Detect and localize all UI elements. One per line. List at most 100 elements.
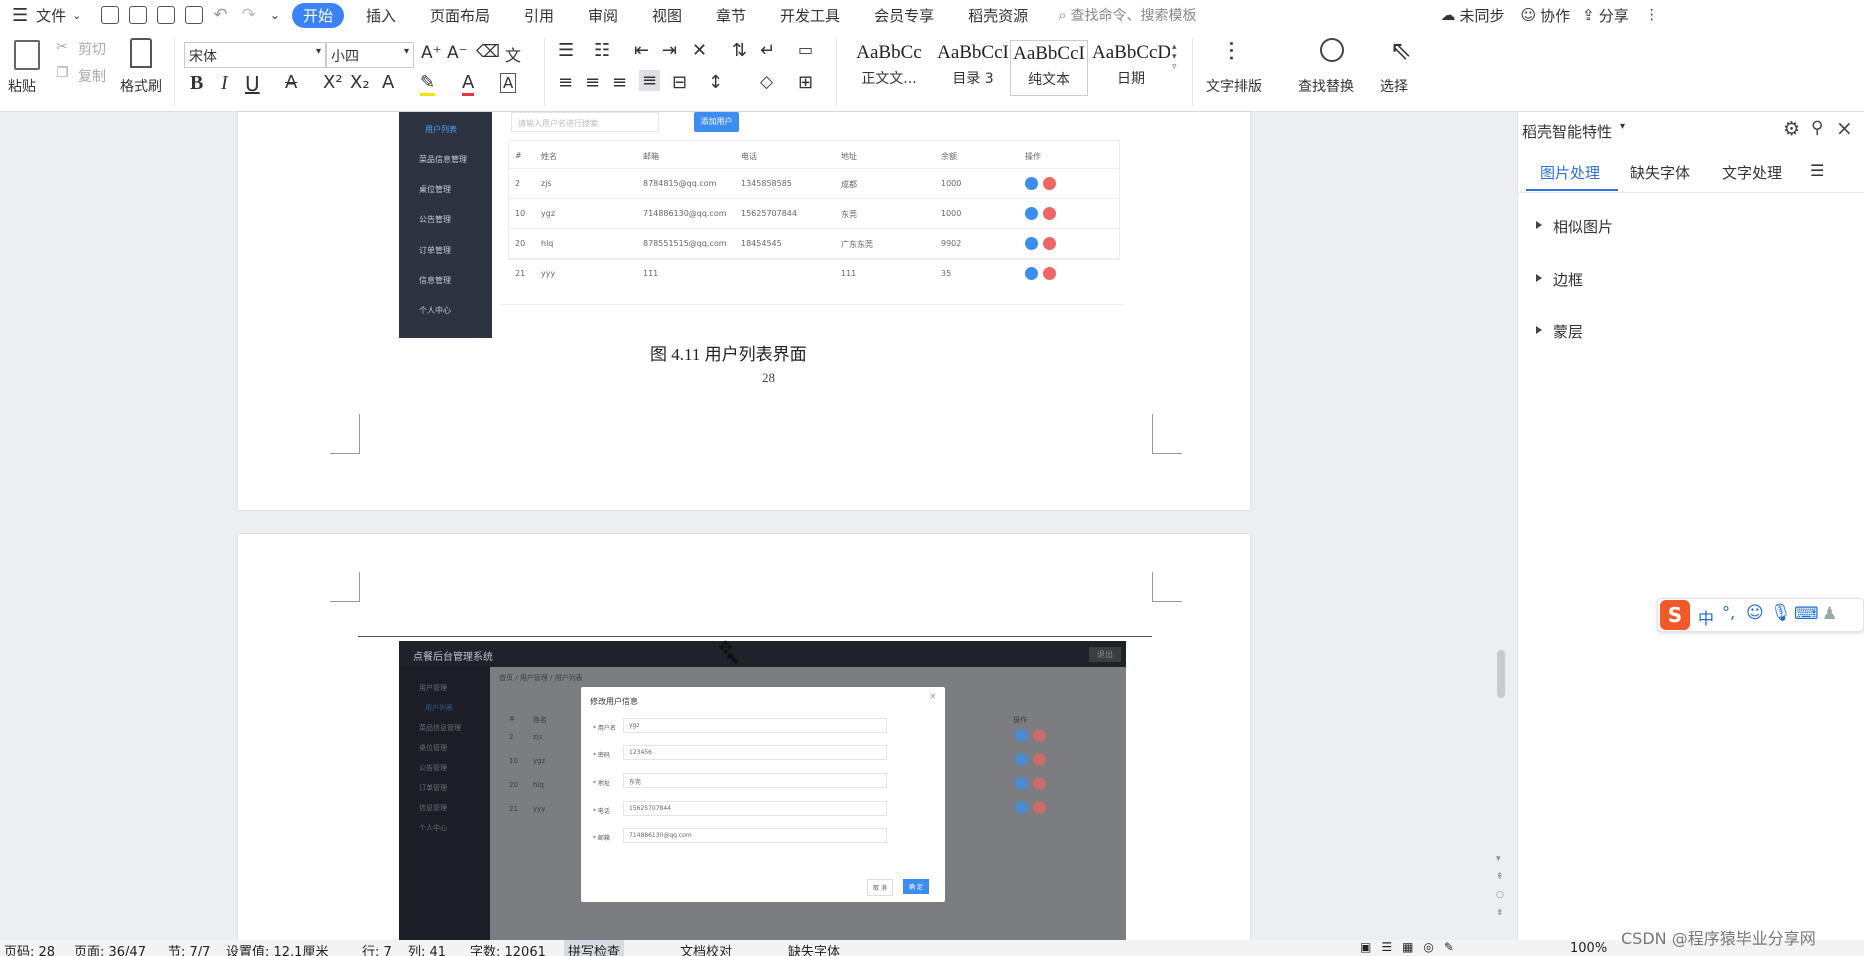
grow-font-icon[interactable]: A⁺ <box>421 43 442 63</box>
copy-icon[interactable]: ❐ <box>56 65 69 81</box>
tab-section[interactable]: 章节 <box>716 5 746 26</box>
mask-item[interactable]: 蒙层 <box>1535 321 1583 342</box>
chevron-down-icon[interactable]: ▾ <box>1620 121 1625 132</box>
tab-member[interactable]: 会员专享 <box>874 5 934 26</box>
scroll-down-icon[interactable]: ▾ <box>1496 854 1501 864</box>
border-item[interactable]: 边框 <box>1535 269 1583 290</box>
voice-icon[interactable]: 🎙 <box>1770 603 1792 623</box>
find-replace-button[interactable]: 查找替换 <box>1298 76 1354 96</box>
cloud-sync-icon[interactable]: ☁ <box>1441 6 1456 24</box>
scroll-thumb[interactable] <box>1497 650 1505 698</box>
tab-developer[interactable]: 开发工具 <box>780 5 840 26</box>
command-search-input[interactable]: 查找命令、搜索模板 <box>1071 5 1441 25</box>
align-center-icon[interactable]: ≡ <box>585 72 600 93</box>
tab-layout[interactable]: 页面布局 <box>430 5 490 26</box>
shrink-font-icon[interactable]: A⁻ <box>447 43 468 63</box>
prev-page-icon[interactable]: ⇞ <box>1496 872 1504 882</box>
distribute-icon[interactable]: ⊟ <box>672 72 687 93</box>
view-mode-icons[interactable]: ▣☰▦◎✎ <box>1360 940 1464 954</box>
status-page[interactable]: 页码: 28 <box>4 941 55 956</box>
print-icon[interactable] <box>157 6 176 24</box>
similar-images-item[interactable]: 相似图片 <box>1535 216 1613 237</box>
more-icon[interactable]: ⋮ <box>1645 7 1659 23</box>
skin-icon[interactable]: ♟ <box>1822 604 1837 624</box>
increase-indent-icon[interactable]: ⇥ <box>662 40 677 61</box>
find-replace-icon[interactable] <box>1320 38 1344 62</box>
format-painter-icon[interactable] <box>130 38 152 68</box>
align-left-icon[interactable]: ≡ <box>558 72 573 93</box>
superscript-icon[interactable]: X² <box>323 72 343 93</box>
align-right-icon[interactable]: ≡ <box>612 72 627 93</box>
sync-status[interactable]: 未同步 <box>1460 5 1505 26</box>
doc-proof-button[interactable]: 文档校对 <box>680 941 732 956</box>
emoji-icon[interactable]: ☺ <box>1746 603 1764 623</box>
collab-icon[interactable]: ☺ <box>1521 6 1537 24</box>
status-setting[interactable]: 设置值: 12.1厘米 <box>226 941 328 956</box>
tab-view[interactable]: 视图 <box>652 5 682 26</box>
keyboard-icon[interactable]: ⌨ <box>1794 604 1819 624</box>
chinese-layout-icon[interactable]: ✕ <box>692 40 707 61</box>
quick-access-more-icon[interactable]: ⌄ <box>270 8 280 22</box>
text-effect-icon[interactable]: A <box>382 72 394 93</box>
tab-home[interactable]: 开始 <box>291 2 344 28</box>
scissors-icon[interactable]: ✂ <box>56 39 68 55</box>
tab-review[interactable]: 审阅 <box>588 5 618 26</box>
style-plain-text[interactable]: AaBbCcI 纯文本 <box>1010 40 1088 96</box>
select-button[interactable]: 选择 <box>1380 76 1408 96</box>
char-border-icon[interactable]: A <box>500 73 517 93</box>
export-pdf-icon[interactable] <box>129 6 148 24</box>
ime-toolbar[interactable]: S 中 °, ☺ 🎙 ⌨ ♟ <box>1657 598 1864 632</box>
borders-icon[interactable]: ⊞ <box>798 72 813 93</box>
bold-icon[interactable]: B <box>190 72 203 95</box>
sort-icon[interactable]: ⇅ <box>732 40 747 61</box>
save-icon[interactable] <box>101 6 120 24</box>
print-preview-icon[interactable] <box>185 6 204 24</box>
text-layout-button[interactable]: 文字排版 <box>1206 76 1262 96</box>
ruler-icon[interactable]: ▭ <box>798 40 813 59</box>
pin-icon[interactable]: ⚲ <box>1811 118 1823 138</box>
zoom-level[interactable]: 100% <box>1570 941 1607 956</box>
punctuation-icon[interactable]: °, <box>1722 603 1735 622</box>
undo-icon[interactable]: ↶ <box>213 5 227 25</box>
tab-missing-font[interactable]: 缺失字体 <box>1630 162 1690 183</box>
text-layout-icon[interactable]: ⫶ <box>1228 38 1235 69</box>
select-cursor-icon[interactable]: ⇖ <box>1390 36 1412 66</box>
spell-check-toggle[interactable]: 拼写检查 <box>564 940 625 956</box>
tab-references[interactable]: 引用 <box>524 5 554 26</box>
line-spacing-icon[interactable]: ↕ <box>708 72 723 93</box>
italic-icon[interactable]: I <box>221 72 228 95</box>
paste-button[interactable]: 粘贴 <box>8 76 36 96</box>
tab-insert[interactable]: 插入 <box>366 5 396 26</box>
share-button[interactable]: 分享 <box>1599 5 1629 26</box>
copy-button[interactable]: 复制 <box>78 66 106 86</box>
chevron-down-icon[interactable]: ⌄ <box>72 9 81 22</box>
style-date[interactable]: AaBbCcDc 日期 <box>1092 40 1170 96</box>
bullet-list-icon[interactable]: ☰ <box>558 40 574 61</box>
next-page-icon[interactable]: ⇟ <box>1496 908 1504 918</box>
tab-text-processing[interactable]: 文字处理 <box>1722 162 1782 183</box>
cut-button[interactable]: 剪切 <box>78 39 106 59</box>
format-painter-button[interactable]: 格式刷 <box>120 76 162 96</box>
font-color-icon[interactable]: A <box>462 72 475 96</box>
phonetic-icon[interactable]: 文 <box>505 42 521 66</box>
styles-scroll[interactable]: ▴ ▾ ▿ <box>1172 42 1177 72</box>
status-pages[interactable]: 页面: 36/47 <box>74 941 146 956</box>
subscript-icon[interactable]: X₂ <box>350 72 370 93</box>
hamburger-icon[interactable]: ☰ <box>12 5 28 26</box>
chinese-mode-icon[interactable]: 中 <box>1698 605 1714 629</box>
style-normal[interactable]: AaBbCc 正文文... <box>848 40 930 96</box>
clear-format-icon[interactable]: ⌫ <box>476 42 500 62</box>
select-browse-icon[interactable]: ○ <box>1496 890 1504 900</box>
tab-docer[interactable]: 稻壳资源 <box>968 5 1028 26</box>
style-toc3[interactable]: AaBbCcI 目录 3 <box>934 40 1012 96</box>
tab-image-processing[interactable]: 图片处理 <box>1540 162 1600 183</box>
highlight-icon[interactable]: ✎ <box>420 72 436 96</box>
font-name-select[interactable]: 宋体 ▾ <box>184 42 326 68</box>
collab-button[interactable]: 协作 <box>1540 5 1570 26</box>
gear-icon[interactable]: ⚙ <box>1783 118 1800 140</box>
status-section[interactable]: 节: 7/7 <box>168 941 210 956</box>
strikethrough-icon[interactable]: A <box>285 72 297 93</box>
decrease-indent-icon[interactable]: ⇤ <box>634 40 649 61</box>
redo-icon[interactable]: ↷ <box>242 5 256 25</box>
missing-font-button[interactable]: 缺失字体 <box>788 941 840 956</box>
